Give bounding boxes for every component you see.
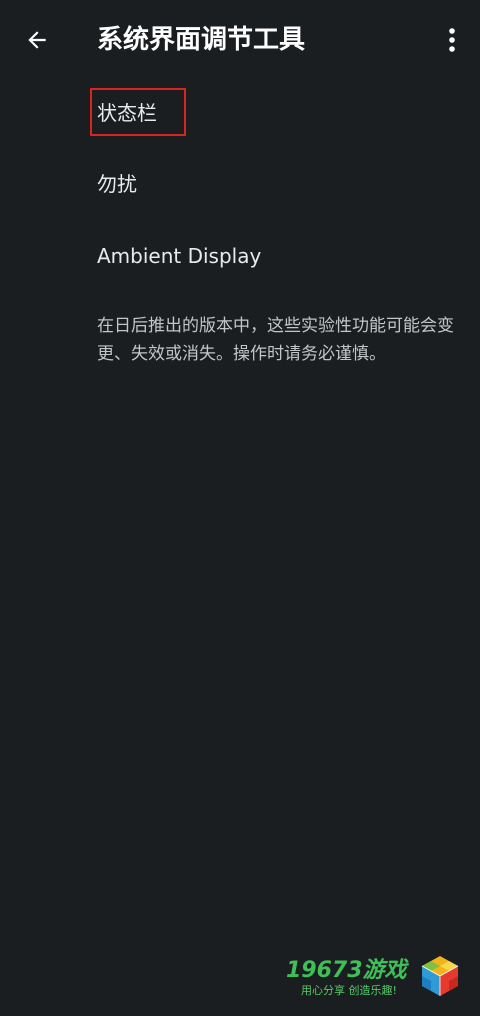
back-button[interactable] xyxy=(14,20,60,60)
more-vert-icon xyxy=(449,28,455,52)
page-title: 系统界面调节工具 xyxy=(97,25,306,55)
arrow-back-icon xyxy=(28,31,46,49)
watermark-brand-number: 19673 xyxy=(286,958,363,983)
watermark: 19673游戏 用心分享 创造乐趣! xyxy=(286,952,466,1002)
more-options-button[interactable] xyxy=(432,20,472,60)
menu-item-status-bar[interactable]: 状态栏 xyxy=(97,99,157,127)
watermark-brand-text: 游戏 xyxy=(362,958,407,983)
top-app-bar: 系统界面调节工具 xyxy=(0,0,480,80)
experimental-warning-text: 在日后推出的版本中，这些实验性功能可能会变更、失效或消失。操作时请务必谨慎。 xyxy=(97,316,454,364)
menu-item-do-not-disturb[interactable]: 勿扰 xyxy=(97,170,137,198)
watermark-slogan: 用心分享 创造乐趣! xyxy=(301,984,397,997)
cube-logo-icon xyxy=(421,956,459,996)
watermark-brand: 19673游戏 xyxy=(286,952,407,984)
menu-item-ambient-display[interactable]: Ambient Display xyxy=(97,242,261,270)
